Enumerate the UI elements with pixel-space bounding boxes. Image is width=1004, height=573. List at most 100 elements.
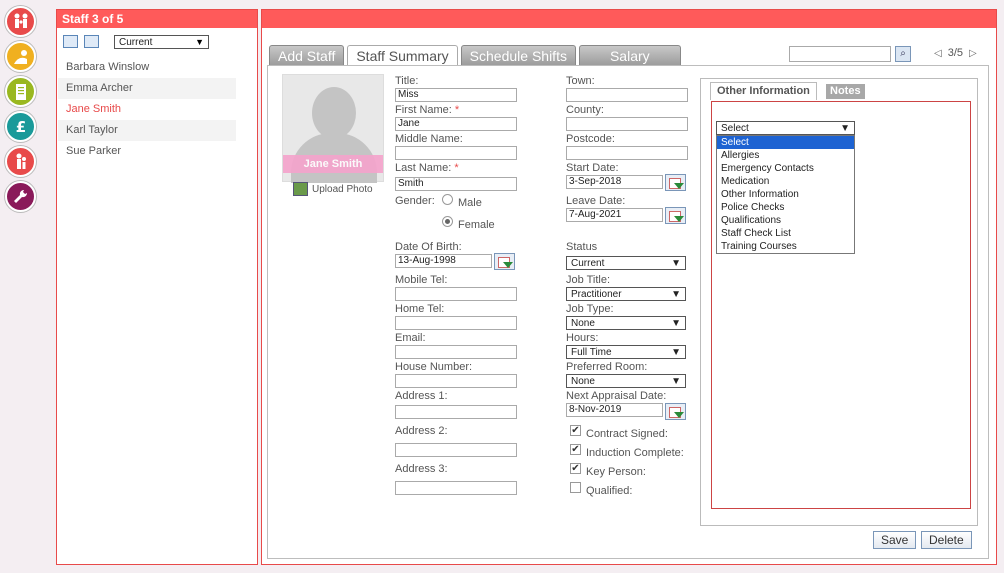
notes-icon — [15, 83, 26, 100]
option-qualifications[interactable]: Qualifications — [717, 214, 854, 227]
prev-icon[interactable]: ◁ — [934, 48, 942, 59]
male-radio[interactable] — [442, 194, 453, 205]
preferred-room-select[interactable]: None ▼ — [566, 374, 686, 388]
list-view-icon[interactable] — [63, 35, 78, 48]
job-title-select[interactable]: Practitioner ▼ — [566, 287, 686, 301]
chevron-down-icon: ▼ — [671, 375, 681, 387]
option-staff-check-list[interactable]: Staff Check List — [717, 227, 854, 240]
dob-calendar-icon[interactable] — [494, 253, 515, 270]
start-date-field[interactable]: 3-Sep-2018 — [566, 175, 663, 189]
staff-item[interactable]: Sue Parker — [58, 141, 236, 162]
town-label: Town: — [566, 75, 595, 87]
tab-notes[interactable]: Notes — [826, 84, 865, 99]
tab-schedule-shifts[interactable]: Schedule Shifts — [460, 45, 576, 66]
status-select[interactable]: Current ▼ — [566, 256, 686, 270]
appraisal-date-field[interactable]: 8-Nov-2019 — [566, 403, 663, 417]
home-tel-field[interactable] — [395, 316, 517, 330]
search-input[interactable] — [789, 46, 891, 62]
option-allergies[interactable]: Allergies — [717, 149, 854, 162]
house-number-field[interactable] — [395, 374, 517, 388]
address3-label: Address 3: — [395, 463, 448, 475]
mobile-field[interactable] — [395, 287, 517, 301]
option-police-checks[interactable]: Police Checks — [717, 201, 854, 214]
pound-icon: £ — [15, 118, 25, 136]
email-field[interactable] — [395, 345, 517, 359]
notes-nav[interactable] — [5, 76, 36, 107]
delete-button[interactable]: Delete — [921, 531, 972, 549]
postcode-label: Postcode: — [566, 133, 615, 145]
option-emergency-contacts[interactable]: Emergency Contacts — [717, 162, 854, 175]
address2-field[interactable] — [395, 443, 517, 457]
grid-view-icon[interactable] — [84, 35, 99, 48]
qualified-label: Qualified: — [586, 485, 633, 497]
option-other-information[interactable]: Other Information — [717, 188, 854, 201]
staff-item[interactable]: Karl Taylor — [58, 120, 236, 141]
child-nav[interactable] — [5, 41, 36, 72]
appraisal-date-label: Next Appraisal Date: — [566, 390, 667, 402]
appraisal-calendar-icon[interactable] — [665, 403, 686, 420]
induction-checkbox[interactable]: ✔ — [570, 444, 581, 455]
hours-select[interactable]: Full Time ▼ — [566, 345, 686, 359]
info-type-select[interactable]: Select ▼ — [716, 121, 855, 135]
contract-label: Contract Signed: — [586, 428, 668, 440]
home-tel-label: Home Tel: — [395, 303, 445, 315]
app-icon-rail: £ — [5, 6, 37, 216]
family-nav[interactable] — [5, 6, 36, 37]
address3-field[interactable] — [395, 481, 517, 495]
staff-filter-select[interactable]: Current ▼ — [114, 35, 209, 49]
first-name-field[interactable]: Jane — [395, 117, 517, 131]
staff-item[interactable]: Barbara Winslow — [58, 57, 236, 78]
job-type-select[interactable]: None ▼ — [566, 316, 686, 330]
view-toggle — [63, 35, 99, 48]
child-icon — [13, 49, 27, 64]
chevron-down-icon: ▼ — [671, 346, 681, 358]
chevron-down-icon: ▼ — [671, 257, 681, 269]
town-field[interactable] — [566, 88, 688, 102]
first-name-label: First Name: * — [395, 104, 460, 116]
title-field[interactable]: Miss — [395, 88, 517, 102]
address1-field[interactable] — [395, 405, 517, 419]
title-label: Title: — [395, 75, 419, 87]
option-select[interactable]: Select — [717, 136, 854, 149]
leave-date-calendar-icon[interactable] — [665, 207, 686, 224]
county-label: County: — [566, 104, 604, 116]
save-button[interactable]: Save — [873, 531, 917, 549]
option-medication[interactable]: Medication — [717, 175, 854, 188]
chevron-down-icon: ▼ — [671, 288, 681, 300]
chevron-down-icon: ▼ — [195, 37, 204, 47]
tab-add-staff[interactable]: Add Staff — [269, 45, 345, 66]
postcode-field[interactable] — [566, 146, 688, 160]
key-person-checkbox[interactable]: ✔ — [570, 463, 581, 474]
tab-other-information[interactable]: Other Information — [710, 82, 817, 100]
info-type-options: Select Allergies Emergency Contacts Medi… — [716, 135, 855, 254]
staff-item-selected[interactable]: Jane Smith — [58, 99, 236, 120]
upload-photo-link[interactable]: Upload Photo — [293, 182, 373, 196]
gender-label: Gender: — [395, 195, 435, 207]
next-icon[interactable]: ▷ — [969, 48, 977, 59]
hours-label: Hours: — [566, 332, 599, 344]
staff-item[interactable]: Emma Archer — [58, 78, 236, 99]
last-name-field[interactable]: Smith — [395, 177, 517, 191]
svg-text:£: £ — [15, 118, 25, 136]
job-type-label: Job Type: — [566, 303, 614, 315]
middle-name-field[interactable] — [395, 146, 517, 160]
chevron-down-icon: ▼ — [671, 317, 681, 329]
dob-label: Date Of Birth: — [395, 241, 462, 253]
option-training-courses[interactable]: Training Courses — [717, 240, 854, 253]
leave-date-field[interactable]: 7-Aug-2021 — [566, 208, 663, 222]
tab-salary[interactable]: Salary — [578, 45, 681, 66]
settings-nav[interactable] — [5, 181, 36, 212]
staff-list: Barbara Winslow Emma Archer Jane Smith K… — [58, 57, 236, 162]
search-button[interactable]: ⌕ — [895, 46, 911, 62]
contract-checkbox[interactable]: ✔ — [570, 425, 581, 436]
qualified-checkbox[interactable] — [570, 482, 581, 493]
county-field[interactable] — [566, 117, 688, 131]
staff-photo: Jane Smith — [282, 74, 384, 183]
staff-nav[interactable] — [5, 146, 36, 177]
start-date-calendar-icon[interactable] — [665, 174, 686, 191]
staff-panel-title: Staff 3 of 5 — [57, 10, 257, 28]
dob-field[interactable]: 13-Aug-1998 — [395, 254, 492, 268]
tab-staff-summary[interactable]: Staff Summary — [347, 45, 458, 67]
female-radio[interactable] — [442, 216, 453, 227]
finance-nav[interactable]: £ — [5, 111, 36, 142]
